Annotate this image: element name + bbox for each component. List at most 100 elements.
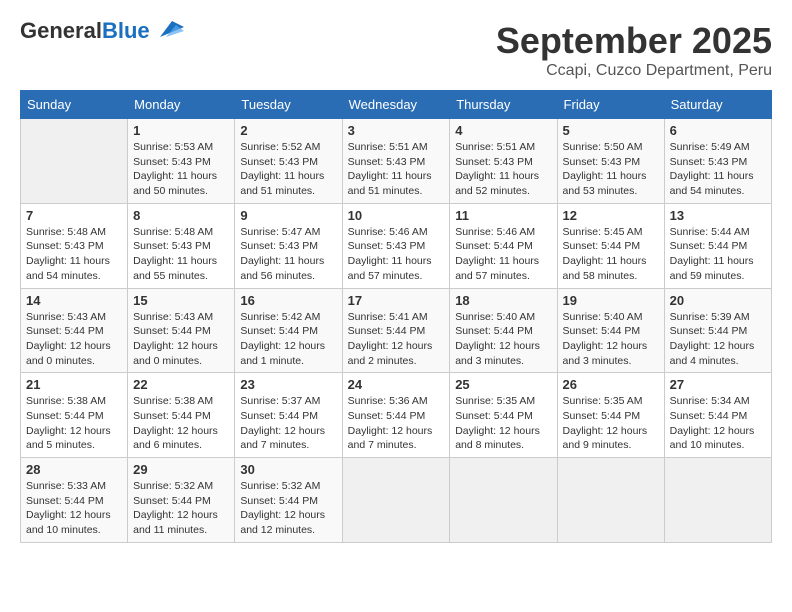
calendar-cell: 11 Sunrise: 5:46 AM Sunset: 5:44 PM Dayli… [450, 203, 557, 288]
calendar-cell [450, 458, 557, 543]
day-detail: Sunrise: 5:38 AM Sunset: 5:44 PM Dayligh… [26, 394, 122, 453]
calendar-cell: 4 Sunrise: 5:51 AM Sunset: 5:43 PM Daylig… [450, 119, 557, 204]
calendar-cell: 5 Sunrise: 5:50 AM Sunset: 5:43 PM Daylig… [557, 119, 664, 204]
day-detail: Sunrise: 5:43 AM Sunset: 5:44 PM Dayligh… [133, 310, 229, 369]
logo-general: General [20, 18, 102, 43]
day-number: 28 [26, 462, 122, 477]
day-number: 10 [348, 208, 445, 223]
calendar-week-row: 7 Sunrise: 5:48 AM Sunset: 5:43 PM Daylig… [21, 203, 772, 288]
weekday-header: Monday [128, 91, 235, 119]
calendar-cell: 10 Sunrise: 5:46 AM Sunset: 5:43 PM Dayli… [342, 203, 450, 288]
day-number: 30 [240, 462, 336, 477]
day-number: 4 [455, 123, 551, 138]
day-detail: Sunrise: 5:45 AM Sunset: 5:44 PM Dayligh… [563, 225, 659, 284]
calendar-cell: 8 Sunrise: 5:48 AM Sunset: 5:43 PM Daylig… [128, 203, 235, 288]
day-detail: Sunrise: 5:39 AM Sunset: 5:44 PM Dayligh… [670, 310, 766, 369]
calendar-cell: 28 Sunrise: 5:33 AM Sunset: 5:44 PM Dayli… [21, 458, 128, 543]
weekday-header: Thursday [450, 91, 557, 119]
day-number: 7 [26, 208, 122, 223]
day-detail: Sunrise: 5:38 AM Sunset: 5:44 PM Dayligh… [133, 394, 229, 453]
calendar-cell: 25 Sunrise: 5:35 AM Sunset: 5:44 PM Dayli… [450, 373, 557, 458]
calendar-cell: 2 Sunrise: 5:52 AM Sunset: 5:43 PM Daylig… [235, 119, 342, 204]
calendar-cell: 12 Sunrise: 5:45 AM Sunset: 5:44 PM Dayli… [557, 203, 664, 288]
day-detail: Sunrise: 5:50 AM Sunset: 5:43 PM Dayligh… [563, 140, 659, 199]
day-number: 25 [455, 377, 551, 392]
calendar-cell: 23 Sunrise: 5:37 AM Sunset: 5:44 PM Dayli… [235, 373, 342, 458]
calendar-cell: 21 Sunrise: 5:38 AM Sunset: 5:44 PM Dayli… [21, 373, 128, 458]
logo: GeneralBlue [20, 20, 184, 42]
calendar-cell: 15 Sunrise: 5:43 AM Sunset: 5:44 PM Dayli… [128, 288, 235, 373]
weekday-header: Saturday [664, 91, 771, 119]
logo-blue: Blue [102, 18, 150, 43]
day-number: 8 [133, 208, 229, 223]
day-detail: Sunrise: 5:52 AM Sunset: 5:43 PM Dayligh… [240, 140, 336, 199]
day-number: 5 [563, 123, 659, 138]
day-detail: Sunrise: 5:51 AM Sunset: 5:43 PM Dayligh… [348, 140, 445, 199]
day-detail: Sunrise: 5:33 AM Sunset: 5:44 PM Dayligh… [26, 479, 122, 538]
calendar-week-row: 28 Sunrise: 5:33 AM Sunset: 5:44 PM Dayli… [21, 458, 772, 543]
calendar-cell: 3 Sunrise: 5:51 AM Sunset: 5:43 PM Daylig… [342, 119, 450, 204]
calendar-cell: 30 Sunrise: 5:32 AM Sunset: 5:44 PM Dayli… [235, 458, 342, 543]
day-number: 1 [133, 123, 229, 138]
day-number: 18 [455, 293, 551, 308]
day-detail: Sunrise: 5:36 AM Sunset: 5:44 PM Dayligh… [348, 394, 445, 453]
calendar-cell [342, 458, 450, 543]
day-detail: Sunrise: 5:41 AM Sunset: 5:44 PM Dayligh… [348, 310, 445, 369]
day-detail: Sunrise: 5:46 AM Sunset: 5:44 PM Dayligh… [455, 225, 551, 284]
calendar-cell: 6 Sunrise: 5:49 AM Sunset: 5:43 PM Daylig… [664, 119, 771, 204]
day-number: 22 [133, 377, 229, 392]
day-number: 12 [563, 208, 659, 223]
calendar-cell: 17 Sunrise: 5:41 AM Sunset: 5:44 PM Dayli… [342, 288, 450, 373]
calendar-cell: 22 Sunrise: 5:38 AM Sunset: 5:44 PM Dayli… [128, 373, 235, 458]
calendar-cell: 29 Sunrise: 5:32 AM Sunset: 5:44 PM Dayli… [128, 458, 235, 543]
day-number: 19 [563, 293, 659, 308]
logo-text: GeneralBlue [20, 20, 150, 42]
day-number: 6 [670, 123, 766, 138]
calendar-cell: 27Sunrise: 5:34 AM Sunset: 5:44 PM Dayli… [664, 373, 771, 458]
day-detail: Sunrise: 5:32 AM Sunset: 5:44 PM Dayligh… [133, 479, 229, 538]
calendar-cell: 24 Sunrise: 5:36 AM Sunset: 5:44 PM Dayli… [342, 373, 450, 458]
logo-icon [152, 19, 184, 41]
day-number: 29 [133, 462, 229, 477]
day-detail: Sunrise: 5:51 AM Sunset: 5:43 PM Dayligh… [455, 140, 551, 199]
calendar-cell: 14Sunrise: 5:43 AM Sunset: 5:44 PM Dayli… [21, 288, 128, 373]
day-number: 17 [348, 293, 445, 308]
calendar-cell: 9 Sunrise: 5:47 AM Sunset: 5:43 PM Daylig… [235, 203, 342, 288]
day-number: 11 [455, 208, 551, 223]
day-detail: Sunrise: 5:35 AM Sunset: 5:44 PM Dayligh… [455, 394, 551, 453]
day-detail: Sunrise: 5:42 AM Sunset: 5:44 PM Dayligh… [240, 310, 336, 369]
calendar-week-row: 14Sunrise: 5:43 AM Sunset: 5:44 PM Dayli… [21, 288, 772, 373]
day-number: 13 [670, 208, 766, 223]
calendar-cell: 26Sunrise: 5:35 AM Sunset: 5:44 PM Dayli… [557, 373, 664, 458]
day-detail: Sunrise: 5:37 AM Sunset: 5:44 PM Dayligh… [240, 394, 336, 453]
day-number: 21 [26, 377, 122, 392]
calendar-cell: 7Sunrise: 5:48 AM Sunset: 5:43 PM Daylig… [21, 203, 128, 288]
day-number: 9 [240, 208, 336, 223]
weekday-header: Friday [557, 91, 664, 119]
day-number: 2 [240, 123, 336, 138]
weekday-header: Wednesday [342, 91, 450, 119]
day-number: 3 [348, 123, 445, 138]
calendar-cell: 19 Sunrise: 5:40 AM Sunset: 5:44 PM Dayli… [557, 288, 664, 373]
day-detail: Sunrise: 5:48 AM Sunset: 5:43 PM Dayligh… [133, 225, 229, 284]
day-number: 23 [240, 377, 336, 392]
calendar-header-row: SundayMondayTuesdayWednesdayThursdayFrid… [21, 91, 772, 119]
day-detail: Sunrise: 5:44 AM Sunset: 5:44 PM Dayligh… [670, 225, 766, 284]
calendar-cell [557, 458, 664, 543]
day-number: 26 [563, 377, 659, 392]
day-detail: Sunrise: 5:47 AM Sunset: 5:43 PM Dayligh… [240, 225, 336, 284]
day-number: 15 [133, 293, 229, 308]
calendar-cell: 20Sunrise: 5:39 AM Sunset: 5:44 PM Dayli… [664, 288, 771, 373]
weekday-header: Tuesday [235, 91, 342, 119]
day-detail: Sunrise: 5:32 AM Sunset: 5:44 PM Dayligh… [240, 479, 336, 538]
weekday-header: Sunday [21, 91, 128, 119]
day-detail: Sunrise: 5:46 AM Sunset: 5:43 PM Dayligh… [348, 225, 445, 284]
day-number: 24 [348, 377, 445, 392]
calendar-table: SundayMondayTuesdayWednesdayThursdayFrid… [20, 90, 772, 543]
day-detail: Sunrise: 5:43 AM Sunset: 5:44 PM Dayligh… [26, 310, 122, 369]
calendar-cell: 13 Sunrise: 5:44 AM Sunset: 5:44 PM Dayli… [664, 203, 771, 288]
day-detail: Sunrise: 5:34 AM Sunset: 5:44 PM Dayligh… [670, 394, 766, 453]
day-detail: Sunrise: 5:40 AM Sunset: 5:44 PM Dayligh… [563, 310, 659, 369]
calendar-cell: 18Sunrise: 5:40 AM Sunset: 5:44 PM Dayli… [450, 288, 557, 373]
day-detail: Sunrise: 5:49 AM Sunset: 5:43 PM Dayligh… [670, 140, 766, 199]
